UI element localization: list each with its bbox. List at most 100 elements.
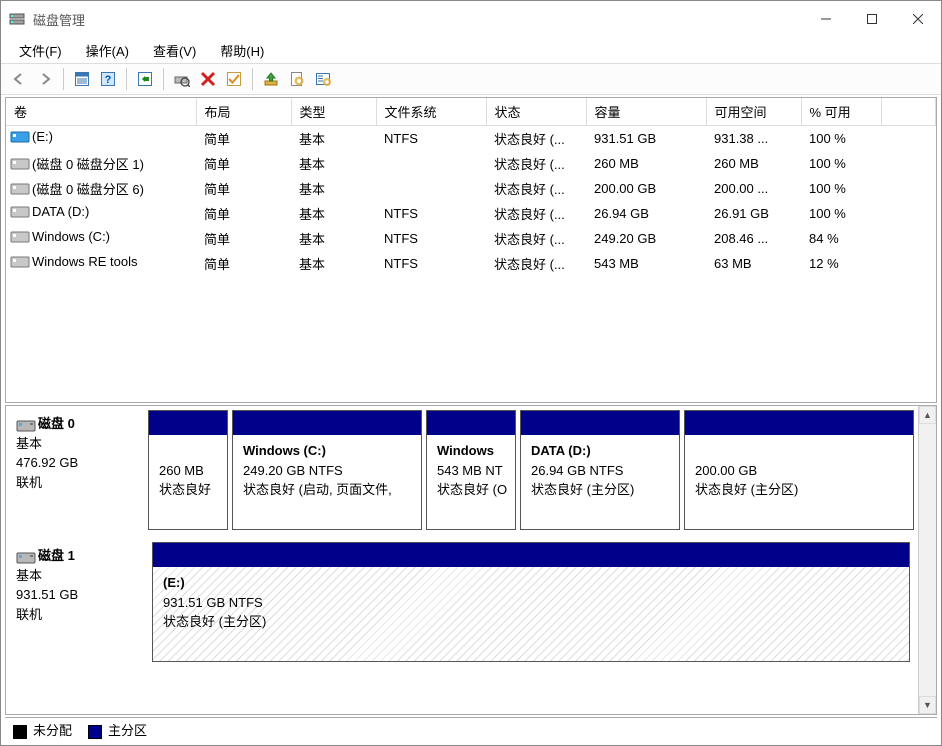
cell-type: 基本 (291, 226, 376, 251)
titlebar: 磁盘管理 (1, 1, 941, 37)
cell-free: 26.91 GB (706, 201, 801, 226)
table-row[interactable]: (E:)简单基本NTFS状态良好 (...931.51 GB931.38 ...… (6, 126, 936, 152)
cell-type: 基本 (291, 201, 376, 226)
cell-type: 基本 (291, 126, 376, 152)
back-button[interactable] (7, 67, 31, 91)
settings-list-icon[interactable] (311, 67, 335, 91)
table-header-row: 卷 布局 类型 文件系统 状态 容量 可用空间 % 可用 (6, 98, 936, 126)
disk-name: 磁盘 1 (38, 548, 75, 563)
table-row[interactable]: DATA (D:)简单基本NTFS状态良好 (...26.94 GB26.91 … (6, 201, 936, 226)
partition-size: 200.00 GB (695, 461, 905, 481)
cell-free: 931.38 ... (706, 126, 801, 152)
cell-layout: 简单 (196, 226, 291, 251)
cell-type: 基本 (291, 251, 376, 276)
menu-file[interactable]: 文件(F) (9, 39, 72, 62)
svg-text:?: ? (105, 74, 112, 86)
settings-page-icon[interactable] (285, 67, 309, 91)
col-status[interactable]: 状态 (486, 98, 586, 126)
cell-capacity: 260 MB (586, 151, 706, 176)
partition-size: 260 MB (159, 461, 219, 481)
partition-size: 931.51 GB NTFS (163, 593, 901, 613)
cell-pct: 100 % (801, 126, 881, 152)
upload-icon[interactable] (259, 67, 283, 91)
col-free[interactable]: 可用空间 (706, 98, 801, 126)
refresh-icon[interactable] (133, 67, 157, 91)
disk-type: 基本 (16, 566, 136, 586)
drive-icon (10, 131, 26, 143)
forward-button[interactable] (33, 67, 57, 91)
disk-info[interactable]: 磁盘 0基本476.92 GB联机 (6, 406, 142, 534)
swatch-unallocated (13, 725, 27, 739)
cell-fs: NTFS (376, 226, 486, 251)
minimize-button[interactable] (803, 3, 849, 35)
volume-name: DATA (D:) (32, 204, 89, 219)
col-layout[interactable]: 布局 (196, 98, 291, 126)
maximize-button[interactable] (849, 3, 895, 35)
scroll-down-icon[interactable]: ▼ (919, 696, 936, 714)
col-pctfree[interactable]: % 可用 (801, 98, 881, 126)
cell-free: 208.46 ... (706, 226, 801, 251)
separator (63, 68, 64, 90)
delete-icon[interactable] (196, 67, 220, 91)
partition-header (149, 411, 227, 435)
toolbar: ? (1, 63, 941, 95)
cell-status: 状态良好 (... (486, 151, 586, 176)
table-row[interactable]: (磁盘 0 磁盘分区 1)简单基本状态良好 (...260 MB260 MB10… (6, 151, 936, 176)
partition-title (695, 441, 905, 461)
cell-capacity: 26.94 GB (586, 201, 706, 226)
table-row[interactable]: Windows RE tools简单基本NTFS状态良好 (...543 MB6… (6, 251, 936, 276)
table-row[interactable]: (磁盘 0 磁盘分区 6)简单基本状态良好 (...200.00 GB200.0… (6, 176, 936, 201)
partition-title (159, 441, 219, 461)
drive-icon (10, 158, 26, 170)
cell-status: 状态良好 (... (486, 176, 586, 201)
disk-size: 476.92 GB (16, 453, 132, 473)
partition-status: 状态良好 (O (437, 480, 507, 500)
cell-status: 状态良好 (... (486, 251, 586, 276)
cell-capacity: 543 MB (586, 251, 706, 276)
vertical-scrollbar[interactable]: ▲ ▼ (918, 406, 936, 714)
disk-info[interactable]: 磁盘 1基本931.51 GB联机 (6, 538, 146, 666)
cell-status: 状态良好 (... (486, 226, 586, 251)
partition-title: (E:) (163, 573, 901, 593)
properties-check-icon[interactable] (222, 67, 246, 91)
menu-view[interactable]: 查看(V) (143, 39, 206, 62)
col-volume[interactable]: 卷 (6, 98, 196, 126)
partition[interactable]: Windows (C:)249.20 GB NTFS状态良好 (启动, 页面文件… (232, 410, 422, 530)
partition-header (521, 411, 679, 435)
partition-status: 状态良好 (159, 480, 219, 500)
window-title: 磁盘管理 (33, 10, 803, 29)
volume-name: (E:) (32, 129, 53, 144)
cell-pct: 12 % (801, 251, 881, 276)
scroll-up-icon[interactable]: ▲ (919, 406, 936, 424)
rescan-icon[interactable] (170, 67, 194, 91)
partition[interactable]: Windows 543 MB NT状态良好 (O (426, 410, 516, 530)
menu-help[interactable]: 帮助(H) (210, 39, 274, 62)
partition-title: Windows (C:) (243, 441, 413, 461)
menubar: 文件(F) 操作(A) 查看(V) 帮助(H) (1, 37, 941, 63)
volume-table: 卷 布局 类型 文件系统 状态 容量 可用空间 % 可用 (E:)简单基本NTF… (6, 98, 936, 276)
disk-bar: (E:)931.51 GB NTFS状态良好 (主分区) (152, 542, 914, 662)
partition-header (153, 543, 909, 567)
cell-capacity: 249.20 GB (586, 226, 706, 251)
partition[interactable]: 260 MB状态良好 (148, 410, 228, 530)
cell-layout: 简单 (196, 251, 291, 276)
cell-pct: 84 % (801, 226, 881, 251)
partition[interactable]: 200.00 GB状态良好 (主分区) (684, 410, 914, 530)
volume-list-pane: 卷 布局 类型 文件系统 状态 容量 可用空间 % 可用 (E:)简单基本NTF… (5, 97, 937, 403)
drive-icon (10, 256, 26, 268)
partition[interactable]: DATA (D:)26.94 GB NTFS状态良好 (主分区) (520, 410, 680, 530)
detail-pane-icon[interactable] (70, 67, 94, 91)
cell-status: 状态良好 (... (486, 126, 586, 152)
close-button[interactable] (895, 3, 941, 35)
help-icon[interactable]: ? (96, 67, 120, 91)
scroll-track[interactable] (919, 424, 936, 696)
col-type[interactable]: 类型 (291, 98, 376, 126)
swatch-primary (88, 725, 102, 739)
partition[interactable]: (E:)931.51 GB NTFS状态良好 (主分区) (152, 542, 910, 662)
cell-capacity: 200.00 GB (586, 176, 706, 201)
col-capacity[interactable]: 容量 (586, 98, 706, 126)
cell-type: 基本 (291, 176, 376, 201)
menu-action[interactable]: 操作(A) (76, 39, 139, 62)
table-row[interactable]: Windows (C:)简单基本NTFS状态良好 (...249.20 GB20… (6, 226, 936, 251)
col-fs[interactable]: 文件系统 (376, 98, 486, 126)
